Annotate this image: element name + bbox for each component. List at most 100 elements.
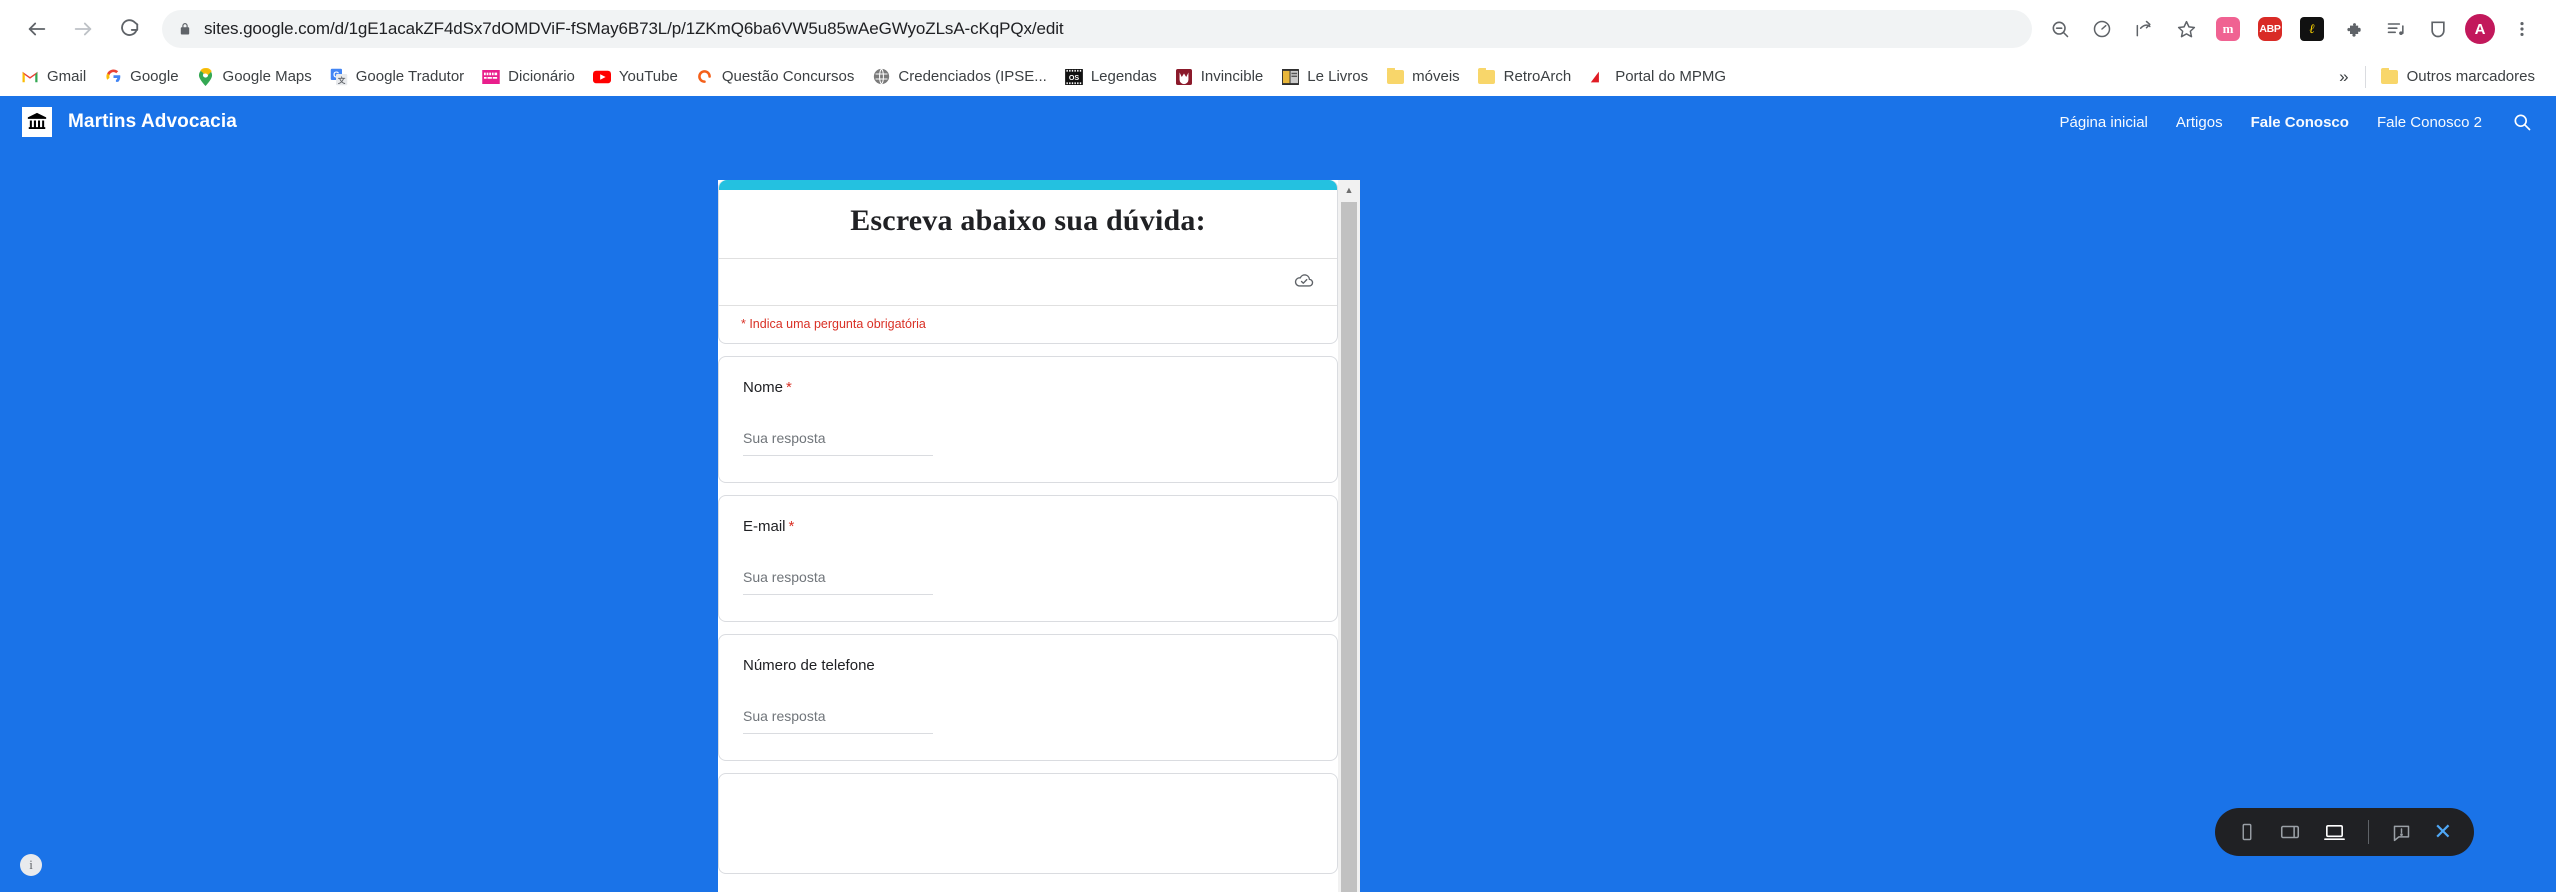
bookmarks-divider [2365, 66, 2366, 88]
forward-button[interactable] [60, 6, 106, 52]
bookmark-label: Questão Concursos [722, 68, 855, 85]
site-navigation: Página inicial Artigos Fale Conosco Fale… [2046, 96, 2537, 148]
folder-icon [1478, 68, 1496, 86]
form-title: Escreva abaixo sua dúvida: [719, 190, 1337, 258]
browser-window: sites.google.com/d/1gE1acakZF4dSx7dOMDVi… [0, 0, 2556, 892]
bookmark-google[interactable]: Google [95, 63, 187, 91]
question-card-email: E-mail* Sua resposta [718, 495, 1338, 622]
bookmarks-bar: Gmail Google Google Maps G文 Google Tradu… [0, 58, 2556, 96]
bookmark-legendas[interactable]: OS Legendas [1056, 63, 1166, 91]
cloud-saved-icon[interactable] [1293, 269, 1315, 296]
svg-text:OS: OS [1069, 74, 1080, 82]
google-maps-icon [197, 68, 215, 86]
close-preview-icon[interactable]: ✕ [2434, 821, 2452, 843]
le-livros-icon [1281, 68, 1299, 86]
bookmark-invincible[interactable]: Invincible [1166, 63, 1273, 91]
desktop-preview-icon[interactable] [2323, 821, 2346, 844]
bookmark-youtube[interactable]: YouTube [584, 63, 687, 91]
bookmarks-overflow-button[interactable]: » [2329, 67, 2358, 87]
bookmark-star-icon[interactable] [2166, 9, 2206, 49]
bookmark-label: YouTube [619, 68, 678, 85]
bookmark-portal-mpmg[interactable]: Portal do MPMG [1580, 63, 1735, 91]
lock-icon [178, 22, 192, 36]
extensions-puzzle-icon[interactable] [2334, 9, 2374, 49]
playlist-icon[interactable] [2376, 9, 2416, 49]
accessibility-info-button[interactable]: i [20, 854, 42, 876]
performance-icon[interactable] [2082, 9, 2122, 49]
zoom-out-icon[interactable] [2040, 9, 2080, 49]
question-label [743, 796, 1313, 813]
site-title: Martins Advocacia [68, 111, 237, 133]
question-text: E-mail [743, 518, 786, 535]
toolbar-divider [2368, 820, 2369, 844]
profile-initial: A [2465, 14, 2495, 44]
question-text: Número de telefone [743, 657, 875, 674]
bookmark-retroarch-folder[interactable]: RetroArch [1469, 63, 1581, 91]
form-save-row [719, 259, 1337, 305]
form-accent-bar [719, 180, 1337, 190]
dictionary-icon [482, 68, 500, 86]
device-preview-toolbar: ✕ [2215, 808, 2474, 856]
globe-icon [872, 68, 890, 86]
address-bar[interactable]: sites.google.com/d/1gE1acakZF4dSx7dOMDVi… [162, 10, 2032, 48]
phone-preview-icon[interactable] [2237, 822, 2257, 842]
bookmark-label: móveis [1412, 68, 1460, 85]
nav-item-fale-conosco[interactable]: Fale Conosco [2237, 108, 2363, 137]
bookmark-dicionario[interactable]: Dicionário [473, 63, 584, 91]
required-note: * Indica uma pergunta obrigatória [719, 306, 1337, 343]
back-button[interactable] [14, 6, 60, 52]
extension-yellow-icon[interactable]: ℓ [2292, 9, 2332, 49]
browser-toolbar: sites.google.com/d/1gE1acakZF4dSx7dOMDVi… [0, 0, 2556, 58]
answer-input-telefone[interactable]: Sua resposta [743, 708, 933, 734]
page-viewport: Martins Advocacia Página inicial Artigos… [0, 96, 2556, 892]
answer-input-email[interactable]: Sua resposta [743, 569, 933, 595]
feedback-icon[interactable] [2391, 822, 2412, 843]
nav-item-artigos[interactable]: Artigos [2162, 108, 2237, 137]
question-label: Número de telefone [743, 657, 1313, 674]
share-icon[interactable] [2124, 9, 2164, 49]
toolbar-icons: m ABP ℓ A [2040, 9, 2542, 49]
three-dots-menu-icon[interactable] [2502, 9, 2542, 49]
scrollbar-thumb[interactable] [1341, 202, 1357, 892]
bookmark-label: RetroArch [1504, 68, 1572, 85]
google-form-embed: Escreva abaixo sua dúvida: * Indica uma … [718, 180, 1338, 892]
bookmark-google-tradutor[interactable]: G文 Google Tradutor [321, 63, 473, 91]
question-card-nome: Nome* Sua resposta [718, 356, 1338, 483]
avatar[interactable]: A [2460, 9, 2500, 49]
folder-icon [1386, 68, 1404, 86]
bookmark-credenciados[interactable]: Credenciados (IPSE... [863, 63, 1055, 91]
extension-adblock-plus-icon[interactable]: ABP [2250, 9, 2290, 49]
bookmark-label: Le Livros [1307, 68, 1368, 85]
question-card-next [718, 773, 1338, 874]
bookmark-google-maps[interactable]: Google Maps [188, 63, 321, 91]
question-text: Nome [743, 379, 783, 396]
bookmark-moveis-folder[interactable]: móveis [1377, 63, 1469, 91]
bookmark-questao-concursos[interactable]: Questão Concursos [687, 63, 864, 91]
url-text: sites.google.com/d/1gE1acakZF4dSx7dOMDVi… [204, 19, 1064, 39]
question-label: E-mail* [743, 518, 1313, 535]
answer-input-nome[interactable]: Sua resposta [743, 430, 933, 456]
extension-mega-icon[interactable]: m [2208, 9, 2248, 49]
reload-button[interactable] [106, 6, 152, 52]
scroll-up-arrow-icon[interactable]: ▲ [1338, 180, 1360, 200]
bookmark-label: Google [130, 68, 178, 85]
youtube-icon [593, 68, 611, 86]
bookmark-other-bookmarks[interactable]: Outros marcadores [2372, 63, 2544, 91]
tablet-preview-icon[interactable] [2279, 821, 2301, 843]
bookmark-gmail[interactable]: Gmail [12, 63, 95, 91]
gmail-icon [21, 68, 39, 86]
form-scrollbar[interactable]: ▲ [1338, 180, 1360, 892]
bookmark-label: Invincible [1201, 68, 1264, 85]
pocket-icon[interactable] [2418, 9, 2458, 49]
nav-item-fale-conosco-2[interactable]: Fale Conosco 2 [2363, 108, 2496, 137]
form-content: Escreva abaixo sua dúvida: * Indica uma … [718, 180, 1338, 874]
google-icon [104, 68, 122, 86]
search-icon[interactable] [2512, 112, 2532, 132]
question-label: Nome* [743, 379, 1313, 396]
bookmark-le-livros[interactable]: Le Livros [1272, 63, 1377, 91]
google-translate-icon: G文 [330, 68, 348, 86]
bookmark-label: Google Maps [223, 68, 312, 85]
bookmark-label: Legendas [1091, 68, 1157, 85]
nav-item-pagina-inicial[interactable]: Página inicial [2046, 108, 2162, 137]
bank-building-icon[interactable] [22, 107, 52, 137]
